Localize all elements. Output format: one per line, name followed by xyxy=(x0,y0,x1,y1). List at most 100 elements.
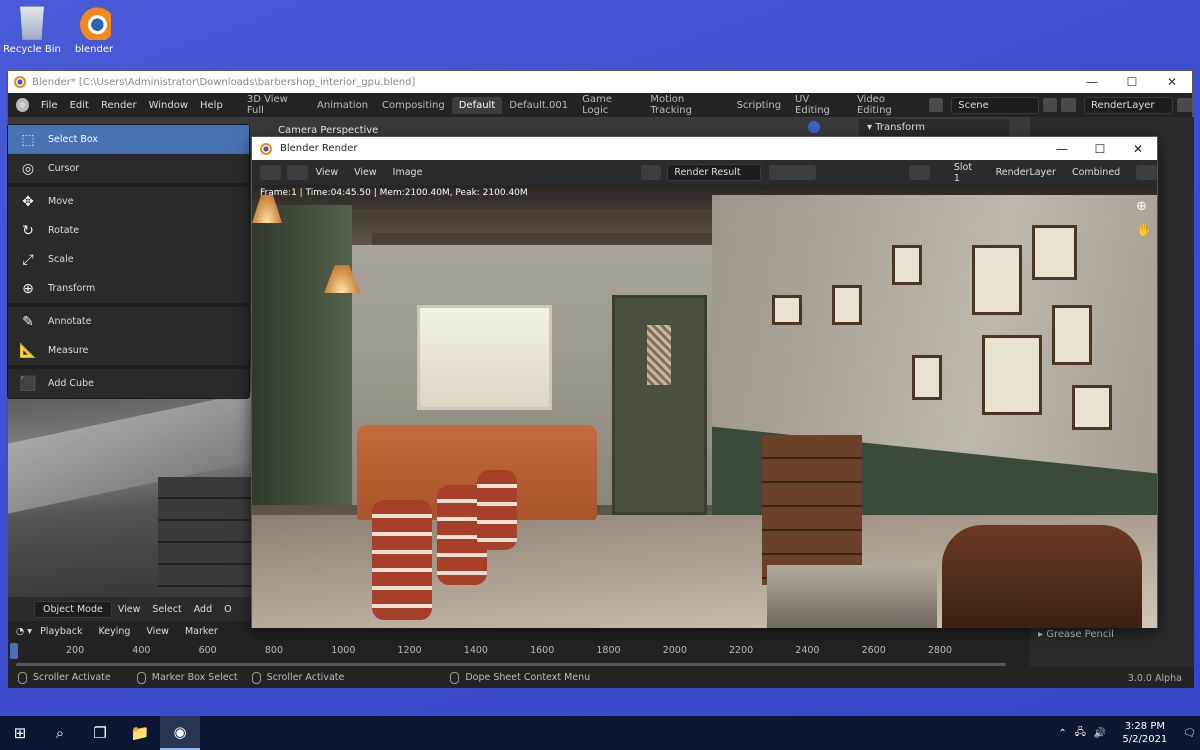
render-menu-view[interactable]: View xyxy=(308,167,347,178)
zoom-icon[interactable]: ⊕ xyxy=(1136,199,1147,214)
system-clock[interactable]: 3:28 PM 5/2/2021 xyxy=(1110,720,1179,746)
add-cube-icon: ⬛ xyxy=(19,375,37,392)
tab-default-001[interactable]: Default.001 xyxy=(502,97,575,114)
editor-type-icon[interactable] xyxy=(260,165,281,180)
render-menu-view-2[interactable]: View xyxy=(346,167,385,178)
scene-window xyxy=(417,305,552,410)
minimize-button[interactable]: — xyxy=(1072,75,1112,89)
image-name-field[interactable]: Render Result xyxy=(667,164,761,181)
timeline-menu-view[interactable]: View xyxy=(138,626,177,637)
recycle-bin-desktop-icon[interactable]: Recycle Bin xyxy=(2,6,62,55)
tool-label: Cursor xyxy=(48,163,80,174)
blender-logo-icon xyxy=(260,142,272,155)
tool-cursor[interactable]: ◎ Cursor xyxy=(8,154,249,183)
recycle-bin-icon xyxy=(20,6,44,40)
file-explorer-icon[interactable]: 📁 xyxy=(120,716,160,750)
tab-video-editing[interactable]: Video Editing xyxy=(850,91,925,119)
render-close-button[interactable]: ✕ xyxy=(1119,142,1157,156)
image-browse-icon[interactable] xyxy=(640,165,662,180)
mouse-left-icon xyxy=(18,671,27,684)
render-layer-dropdown[interactable]: RenderLayer xyxy=(988,167,1064,178)
menu-render[interactable]: Render xyxy=(95,100,143,111)
grease-pencil-panel[interactable]: ▸ Grease Pencil xyxy=(1038,629,1114,640)
windows-taskbar: ⊞ ⌕ ❐ 📁 ◉ ⌃ 🖧 🔊 3:28 PM 5/2/2021 🗨 xyxy=(0,716,1200,750)
scene-door-glass xyxy=(647,325,671,385)
tool-add-cube[interactable]: ⬛ Add Cube xyxy=(8,369,249,398)
tab-default[interactable]: Default xyxy=(451,96,503,114)
timeline-menu-marker[interactable]: Marker xyxy=(177,626,226,637)
tool-measure[interactable]: 📐 Measure xyxy=(8,336,249,365)
viewport-menu-select[interactable]: Select xyxy=(146,604,187,615)
render-maximize-button[interactable]: ☐ xyxy=(1081,142,1119,156)
tool-rotate[interactable]: ↻ Rotate xyxy=(8,216,249,245)
pan-hand-icon[interactable]: ✋ xyxy=(1136,223,1152,238)
search-icon[interactable]: ⌕ xyxy=(40,716,80,750)
copy-layer-icon[interactable] xyxy=(1177,98,1192,112)
viewport-drawers xyxy=(158,477,258,607)
timeline-menu-keying[interactable]: Keying xyxy=(90,626,138,637)
timeline-scrollbar[interactable] xyxy=(16,663,1006,666)
tab-animation[interactable]: Animation xyxy=(310,97,375,114)
blender-taskbar-icon[interactable]: ◉ xyxy=(160,716,200,750)
tab-uv-editing[interactable]: UV Editing xyxy=(788,91,850,119)
menu-help[interactable]: Help xyxy=(194,100,229,111)
viewport-menu-view[interactable]: View xyxy=(112,604,147,615)
render-result-image[interactable] xyxy=(252,185,1157,628)
viewport-menu-add[interactable]: Add xyxy=(188,604,218,615)
view-layer-selector[interactable]: RenderLayer xyxy=(1084,96,1174,114)
menu-edit[interactable]: Edit xyxy=(64,100,95,111)
render-pass-dropdown[interactable]: Combined xyxy=(1064,167,1128,178)
scene-picture-frame xyxy=(1032,225,1077,280)
display-channel-icon[interactable] xyxy=(909,165,930,180)
view-mode-icon[interactable] xyxy=(286,165,308,180)
transform-panel-header[interactable]: ▾ Transform xyxy=(859,119,1009,137)
timeline-tick: 1400 xyxy=(463,645,488,656)
tool-annotate[interactable]: ✎ Annotate xyxy=(8,307,249,336)
tab-motion-tracking[interactable]: Motion Tracking xyxy=(643,91,729,119)
viewport-menu-object[interactable]: O xyxy=(218,604,237,615)
scene-selector[interactable]: Scene xyxy=(951,96,1039,114)
close-button[interactable]: ✕ xyxy=(1152,75,1192,89)
chevron-up-icon[interactable]: ⌃ xyxy=(1054,728,1070,739)
render-titlebar: Blender Render — ☐ ✕ xyxy=(252,137,1157,160)
maximize-button[interactable]: ☐ xyxy=(1112,75,1152,89)
tool-scale[interactable]: ⤢ Scale xyxy=(8,245,249,274)
copy-scene-icon[interactable] xyxy=(1042,98,1058,112)
status-item: Dope Sheet Context Menu xyxy=(450,671,590,684)
tool-select-box[interactable]: ⬚ Select Box xyxy=(8,125,249,154)
slot-dropdown[interactable]: Slot 1 xyxy=(946,162,988,184)
tool-transform[interactable]: ⊕ Transform xyxy=(8,274,249,303)
timeline-tick: 2400 xyxy=(795,645,820,656)
start-button-icon[interactable]: ⊞ xyxy=(0,716,40,750)
menu-window[interactable]: Window xyxy=(143,100,194,111)
scene-icon[interactable] xyxy=(928,98,944,112)
notification-icon[interactable]: 🗨 xyxy=(1179,728,1200,739)
menu-file[interactable]: File xyxy=(35,100,64,111)
scene-picture-frame xyxy=(832,285,862,325)
blender-menu-icon[interactable] xyxy=(16,98,29,112)
display-mode-icon[interactable] xyxy=(1136,165,1157,180)
tab-scripting[interactable]: Scripting xyxy=(730,97,788,114)
tab-3d-view-full[interactable]: 3D View Full xyxy=(240,91,310,119)
tab-compositing[interactable]: Compositing xyxy=(375,97,452,114)
timeline-ruler[interactable]: 200 400 600 800 1000 1200 1400 1600 1800 2000 2200… xyxy=(8,643,1008,661)
object-mode-dropdown[interactable]: Object Mode xyxy=(34,600,112,618)
network-icon[interactable]: 🖧 xyxy=(1071,725,1090,742)
render-menu-image[interactable]: Image xyxy=(385,167,431,178)
status-item: Scroller Activate xyxy=(251,671,344,684)
tab-game-logic[interactable]: Game Logic xyxy=(575,91,643,119)
status-item: Marker Box Select xyxy=(136,671,238,684)
navigation-gizmo-icon[interactable] xyxy=(808,121,820,133)
blender-desktop-icon[interactable]: blender xyxy=(64,6,124,55)
rotate-icon: ↻ xyxy=(22,222,34,239)
task-view-icon[interactable]: ❐ xyxy=(80,716,120,750)
volume-icon[interactable]: 🔊 xyxy=(1090,728,1110,739)
view-layer-icon[interactable] xyxy=(1061,98,1077,112)
timeline-menu-playback[interactable]: Playback xyxy=(32,626,90,637)
timeline-tick: 1600 xyxy=(530,645,555,656)
annotate-icon: ✎ xyxy=(22,313,34,330)
timeline-editor-type-icon[interactable]: ◔ ▾ xyxy=(16,626,32,637)
render-minimize-button[interactable]: — xyxy=(1043,142,1081,156)
tool-move[interactable]: ✥ Move xyxy=(8,187,249,216)
image-actions-icons[interactable] xyxy=(768,165,817,180)
